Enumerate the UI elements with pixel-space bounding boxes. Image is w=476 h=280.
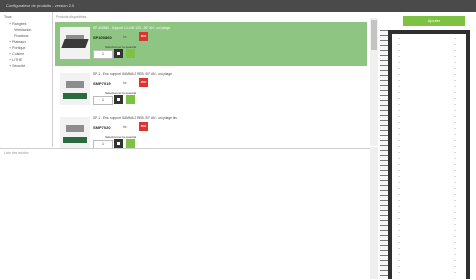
category-tree: Tous + Rangées Ventilación Fixations + P… [0, 12, 50, 142]
product-for-label: for [123, 35, 127, 39]
article-list-label: Liste des articles [4, 151, 29, 155]
product-row[interactable]: SP-1 - Ens. support GAMMA 2 REB. 90° AN … [55, 68, 367, 112]
frame-guide-left [398, 38, 400, 278]
product-for-label: for [123, 81, 127, 85]
product-row[interactable]: SP-400860 - Support LI-LINE 120 - 90° AN… [55, 22, 367, 66]
frame-guide-right [454, 38, 456, 278]
product-thumbnail [60, 117, 90, 149]
tree-item-plateaux[interactable]: + Plateaux [9, 40, 26, 44]
product-for-label: for [123, 125, 127, 129]
quantity-input[interactable]: 1 [93, 50, 113, 59]
tree-item-cuisine[interactable]: + Cuisine [9, 52, 24, 56]
preview-frame [388, 30, 470, 279]
add-to-cart-button[interactable] [126, 139, 135, 148]
product-name: SP-1 - Ens. support GAMMA 2 REB. 90° AN … [93, 72, 172, 76]
product-name: SP-1 - Ens. support GAMMA 2 REB. 90° AN … [93, 116, 177, 120]
tree-item-lithe[interactable]: + LITHE [9, 58, 22, 62]
product-code: SMP7019 [93, 81, 111, 86]
title-bar: Configurateur de produits - version 2.0 [0, 0, 476, 12]
article-list-panel: Liste des articles [0, 148, 378, 280]
tree-item-ventilation[interactable]: Ventilación [14, 28, 31, 32]
tree-item-securite[interactable]: + Sécurité [9, 64, 25, 68]
list-scrollbar[interactable] [370, 18, 378, 146]
pdf-icon[interactable]: PDF [139, 122, 148, 131]
pdf-icon[interactable]: PDF [139, 32, 148, 41]
add-to-cart-button[interactable] [126, 49, 135, 58]
scrollbar-thumb[interactable] [371, 20, 377, 50]
product-code: SMP7020 [93, 125, 111, 130]
remove-button[interactable] [114, 95, 123, 104]
product-thumbnail [60, 73, 90, 105]
remove-button[interactable] [114, 49, 123, 58]
bottom-scrollbar[interactable] [370, 147, 378, 279]
tree-item-portique[interactable]: + Portique [9, 46, 25, 50]
product-thumbnail [60, 27, 90, 59]
tree-item-all[interactable]: Tous [4, 15, 12, 19]
pdf-icon[interactable]: PDF [139, 78, 148, 87]
tree-item-rangees[interactable]: + Rangées [9, 22, 26, 26]
list-header: Produits disponibles [56, 15, 87, 19]
remove-button[interactable] [114, 139, 123, 148]
product-list: Produits disponibles SP-400860 - Support… [52, 12, 371, 149]
add-button[interactable]: Ajouter [403, 16, 465, 26]
add-to-cart-button[interactable] [126, 95, 135, 104]
product-name: SP-400860 - Support LI-LINE 120 - 90° AN… [93, 26, 171, 30]
window-title: Configurateur de produits - version 2.0 [6, 3, 75, 8]
product-code: SP400860 [93, 35, 112, 40]
tree-item-fixations[interactable]: Fixations [14, 34, 28, 38]
quantity-input[interactable]: 1 [93, 96, 113, 105]
ruler [380, 30, 388, 279]
